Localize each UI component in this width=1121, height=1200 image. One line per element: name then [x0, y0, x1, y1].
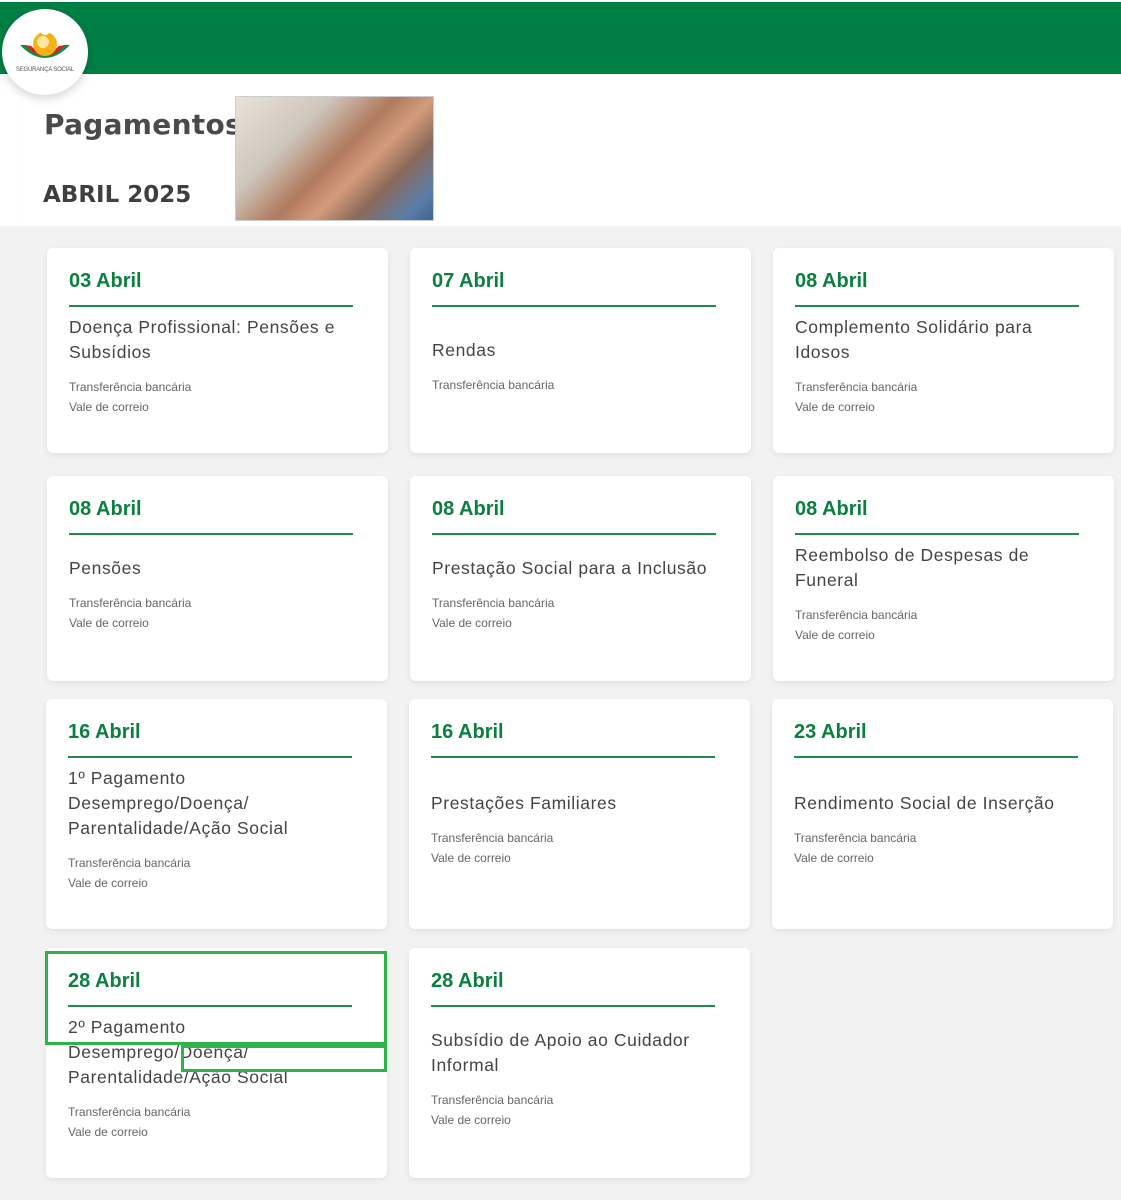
payment-date: 07 Abril — [432, 270, 505, 292]
hands-photo — [235, 96, 434, 221]
logo[interactable]: SEGURANÇA SOCIAL — [2, 9, 88, 95]
page-title: Pagamentos — [44, 108, 242, 141]
payment-method: Transferência bancária — [431, 831, 554, 845]
payment-method: Transferência bancária — [69, 595, 192, 610]
payment-methods: Transferência bancária — [432, 375, 722, 395]
payment-method: Vale de correio — [794, 851, 874, 865]
month-heading: ABRIL 2025 — [43, 182, 192, 208]
payment-methods: Transferência bancária Vale de correio — [68, 1102, 358, 1142]
payment-card: 16 Abril Prestações Familiares Transferê… — [409, 699, 750, 929]
payment-method: Vale de correio — [69, 400, 149, 414]
payment-card: 07 Abril Rendas Transferência bancária — [410, 248, 751, 453]
benefit-title: Pensões — [69, 557, 142, 578]
benefit-title: Prestação Social para a Inclusão — [432, 557, 708, 578]
card-body: 2º Pagamento Desemprego/Doença/ Parental… — [68, 1007, 358, 1150]
benefit-title: Prestações Familiares — [431, 793, 617, 813]
payment-date: 08 Abril — [795, 270, 868, 292]
payment-methods: Transferência bancária Vale de correio — [432, 593, 722, 633]
payment-methods: Transferência bancária Vale de correio — [431, 828, 721, 868]
payment-method: Vale de correio — [432, 615, 512, 630]
payment-date: 28 Abril — [431, 970, 504, 992]
payment-methods: Transferência bancária Vale de correio — [795, 605, 1085, 645]
payment-date: 16 Abril — [431, 721, 504, 743]
card-body: Prestação Social para a Inclusão Transfe… — [432, 535, 722, 653]
payment-date: 03 Abril — [69, 270, 142, 292]
payment-method: Vale de correio — [795, 628, 875, 642]
payment-card: 28 Abril Subsídio de Apoio ao Cuidador I… — [409, 948, 750, 1178]
benefit-title: Rendas — [432, 339, 496, 360]
card-body: Rendas Transferência bancária — [432, 307, 722, 425]
benefit-title: Complemento Solidário para Idosos — [795, 317, 1033, 362]
benefit-title: Subsídio de Apoio ao Cuidador Informal — [431, 1029, 690, 1075]
card-body: 1º Pagamento Desemprego/Doença/ Parental… — [68, 758, 358, 901]
card-body: Rendimento Social de Inserção Transferên… — [794, 758, 1084, 901]
payment-method: Transferência bancária — [431, 1092, 554, 1107]
payment-method: Transferência bancária — [68, 856, 191, 870]
payment-method: Vale de correio — [69, 615, 149, 630]
payment-date: 08 Abril — [795, 498, 868, 520]
payment-methods: Transferência bancária Vale de correio — [69, 377, 359, 417]
payment-date: 08 Abril — [432, 498, 505, 520]
payment-method: Vale de correio — [431, 1112, 511, 1127]
payment-card: 03 Abril Doença Profissional: Pensões e … — [47, 248, 388, 453]
card-body: Prestações Familiares Transferência banc… — [431, 758, 721, 901]
top-bar — [0, 2, 1121, 74]
logo-sun-icon — [20, 27, 70, 58]
payment-card: 16 Abril 1º Pagamento Desemprego/Doença/… — [46, 699, 387, 929]
payment-methods: Transferência bancária Vale de correio — [795, 377, 1085, 417]
payment-date: 28 Abril — [68, 970, 141, 992]
payment-method: Vale de correio — [431, 851, 511, 865]
payment-date: 08 Abril — [69, 498, 142, 520]
benefit-title: Rendimento Social de Inserção — [794, 793, 1055, 813]
payment-card: 08 Abril Reembolso de Despesas de Funera… — [773, 476, 1114, 681]
benefit-title: 1º Pagamento Desemprego/Doença/ Parental… — [68, 768, 289, 838]
payment-card: 08 Abril Prestação Social para a Inclusã… — [410, 476, 751, 681]
payment-date: 16 Abril — [68, 721, 141, 743]
payment-methods: Transferência bancária Vale de correio — [794, 828, 1084, 868]
card-body: Subsídio de Apoio ao Cuidador Informal T… — [431, 1007, 721, 1150]
payment-method: Transferência bancária — [432, 595, 555, 610]
payment-methods: Transferência bancária Vale de correio — [431, 1090, 721, 1130]
benefit-title: Reembolso de Despesas de Funeral — [795, 545, 1030, 590]
payment-card: 23 Abril Rendimento Social de Inserção T… — [772, 699, 1113, 929]
card-body: Complemento Solidário para Idosos Transf… — [795, 307, 1085, 425]
card-body: Doença Profissional: Pensões e Subsídios… — [69, 307, 359, 425]
payment-method: Transferência bancária — [68, 1105, 191, 1119]
card-body: Reembolso de Despesas de Funeral Transfe… — [795, 535, 1085, 653]
payment-date: 23 Abril — [794, 721, 867, 743]
logo-text: SEGURANÇA SOCIAL — [15, 67, 75, 73]
benefit-title: Doença Profissional: Pensões e Subsídios — [69, 317, 336, 362]
payment-method: Vale de correio — [68, 1125, 148, 1139]
payment-method: Transferência bancária — [69, 380, 192, 394]
payment-method: Transferência bancária — [795, 608, 918, 622]
payment-method: Vale de correio — [68, 876, 148, 890]
card-body: Pensões Transferência bancária Vale de co… — [69, 535, 359, 653]
payment-card: 08 Abril Pensões Transferência bancária V… — [47, 476, 388, 681]
payment-methods: Transferência bancária Vale de correio — [69, 593, 359, 633]
payment-method: Transferência bancária — [795, 380, 918, 394]
payment-card: 08 Abril Complemento Solidário para Idos… — [773, 248, 1114, 453]
payment-methods: Transferência bancária Vale de correio — [68, 853, 358, 893]
payment-card: 28 Abril 2º Pagamento Desemprego/Doença/… — [46, 948, 387, 1178]
payment-method: Transferência bancária — [432, 377, 555, 392]
benefit-title: 2º Pagamento Desemprego/Doença/ Parental… — [68, 1017, 289, 1087]
payment-method: Transferência bancária — [794, 831, 917, 845]
payment-method: Vale de correio — [795, 400, 875, 414]
